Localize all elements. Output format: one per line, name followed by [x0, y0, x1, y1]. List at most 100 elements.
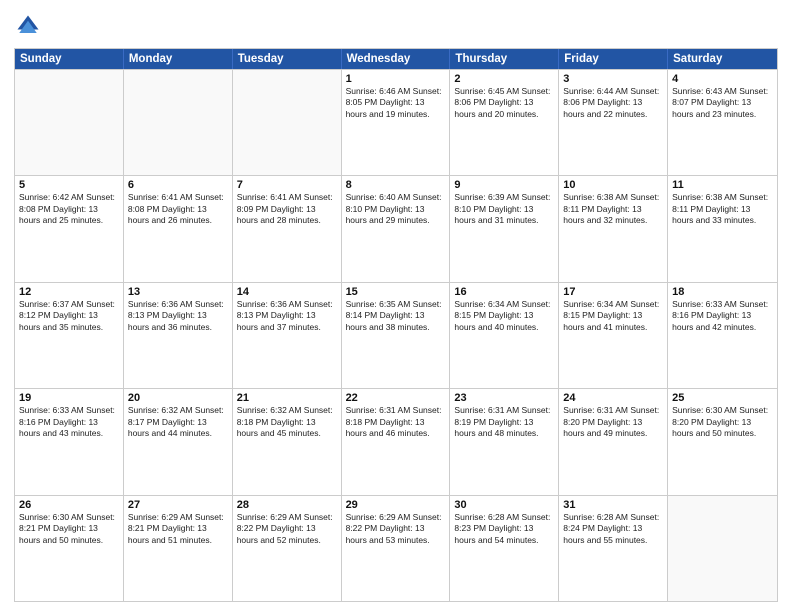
- calendar-cell-w3-d3: 14Sunrise: 6:36 AM Sunset: 8:13 PM Dayli…: [233, 283, 342, 388]
- day-detail: Sunrise: 6:36 AM Sunset: 8:13 PM Dayligh…: [237, 299, 337, 333]
- calendar-cell-w2-d5: 9Sunrise: 6:39 AM Sunset: 8:10 PM Daylig…: [450, 176, 559, 281]
- day-number: 29: [346, 499, 446, 511]
- header-day-tuesday: Tuesday: [233, 49, 342, 69]
- header-day-saturday: Saturday: [668, 49, 777, 69]
- day-detail: Sunrise: 6:33 AM Sunset: 8:16 PM Dayligh…: [672, 299, 773, 333]
- day-detail: Sunrise: 6:34 AM Sunset: 8:15 PM Dayligh…: [454, 299, 554, 333]
- day-number: 15: [346, 286, 446, 298]
- calendar-cell-w4-d4: 22Sunrise: 6:31 AM Sunset: 8:18 PM Dayli…: [342, 389, 451, 494]
- calendar-cell-w3-d5: 16Sunrise: 6:34 AM Sunset: 8:15 PM Dayli…: [450, 283, 559, 388]
- calendar-cell-w2-d2: 6Sunrise: 6:41 AM Sunset: 8:08 PM Daylig…: [124, 176, 233, 281]
- calendar-cell-w2-d4: 8Sunrise: 6:40 AM Sunset: 8:10 PM Daylig…: [342, 176, 451, 281]
- day-detail: Sunrise: 6:35 AM Sunset: 8:14 PM Dayligh…: [346, 299, 446, 333]
- calendar-cell-w5-d6: 31Sunrise: 6:28 AM Sunset: 8:24 PM Dayli…: [559, 496, 668, 601]
- calendar-cell-w5-d4: 29Sunrise: 6:29 AM Sunset: 8:22 PM Dayli…: [342, 496, 451, 601]
- calendar-cell-w3-d2: 13Sunrise: 6:36 AM Sunset: 8:13 PM Dayli…: [124, 283, 233, 388]
- day-number: 17: [563, 286, 663, 298]
- logo-icon: [14, 12, 42, 40]
- day-number: 22: [346, 392, 446, 404]
- calendar-cell-w2-d6: 10Sunrise: 6:38 AM Sunset: 8:11 PM Dayli…: [559, 176, 668, 281]
- day-number: 11: [672, 179, 773, 191]
- calendar-cell-w1-d6: 3Sunrise: 6:44 AM Sunset: 8:06 PM Daylig…: [559, 70, 668, 175]
- calendar-cell-w5-d3: 28Sunrise: 6:29 AM Sunset: 8:22 PM Dayli…: [233, 496, 342, 601]
- calendar: SundayMondayTuesdayWednesdayThursdayFrid…: [14, 48, 778, 602]
- day-detail: Sunrise: 6:36 AM Sunset: 8:13 PM Dayligh…: [128, 299, 228, 333]
- day-number: 3: [563, 73, 663, 85]
- calendar-cell-w5-d1: 26Sunrise: 6:30 AM Sunset: 8:21 PM Dayli…: [15, 496, 124, 601]
- day-number: 8: [346, 179, 446, 191]
- calendar-cell-w5-d2: 27Sunrise: 6:29 AM Sunset: 8:21 PM Dayli…: [124, 496, 233, 601]
- calendar-week-1: 1Sunrise: 6:46 AM Sunset: 8:05 PM Daylig…: [15, 69, 777, 175]
- day-detail: Sunrise: 6:42 AM Sunset: 8:08 PM Dayligh…: [19, 192, 119, 226]
- day-detail: Sunrise: 6:32 AM Sunset: 8:17 PM Dayligh…: [128, 405, 228, 439]
- day-number: 28: [237, 499, 337, 511]
- day-number: 31: [563, 499, 663, 511]
- calendar-cell-w2-d1: 5Sunrise: 6:42 AM Sunset: 8:08 PM Daylig…: [15, 176, 124, 281]
- day-detail: Sunrise: 6:39 AM Sunset: 8:10 PM Dayligh…: [454, 192, 554, 226]
- day-number: 24: [563, 392, 663, 404]
- calendar-cell-w1-d5: 2Sunrise: 6:45 AM Sunset: 8:06 PM Daylig…: [450, 70, 559, 175]
- header-day-friday: Friday: [559, 49, 668, 69]
- day-number: 20: [128, 392, 228, 404]
- calendar-body: 1Sunrise: 6:46 AM Sunset: 8:05 PM Daylig…: [15, 69, 777, 601]
- day-detail: Sunrise: 6:34 AM Sunset: 8:15 PM Dayligh…: [563, 299, 663, 333]
- calendar-cell-w4-d2: 20Sunrise: 6:32 AM Sunset: 8:17 PM Dayli…: [124, 389, 233, 494]
- calendar-cell-w3-d1: 12Sunrise: 6:37 AM Sunset: 8:12 PM Dayli…: [15, 283, 124, 388]
- day-number: 25: [672, 392, 773, 404]
- day-number: 21: [237, 392, 337, 404]
- day-detail: Sunrise: 6:38 AM Sunset: 8:11 PM Dayligh…: [563, 192, 663, 226]
- calendar-week-4: 19Sunrise: 6:33 AM Sunset: 8:16 PM Dayli…: [15, 388, 777, 494]
- day-number: 2: [454, 73, 554, 85]
- day-number: 18: [672, 286, 773, 298]
- calendar-header-row: SundayMondayTuesdayWednesdayThursdayFrid…: [15, 49, 777, 69]
- day-number: 19: [19, 392, 119, 404]
- day-number: 5: [19, 179, 119, 191]
- day-number: 23: [454, 392, 554, 404]
- calendar-cell-w3-d7: 18Sunrise: 6:33 AM Sunset: 8:16 PM Dayli…: [668, 283, 777, 388]
- calendar-cell-w4-d5: 23Sunrise: 6:31 AM Sunset: 8:19 PM Dayli…: [450, 389, 559, 494]
- day-detail: Sunrise: 6:28 AM Sunset: 8:23 PM Dayligh…: [454, 512, 554, 546]
- header-day-wednesday: Wednesday: [342, 49, 451, 69]
- calendar-cell-w1-d1: [15, 70, 124, 175]
- day-detail: Sunrise: 6:46 AM Sunset: 8:05 PM Dayligh…: [346, 86, 446, 120]
- header-day-monday: Monday: [124, 49, 233, 69]
- calendar-week-2: 5Sunrise: 6:42 AM Sunset: 8:08 PM Daylig…: [15, 175, 777, 281]
- calendar-week-3: 12Sunrise: 6:37 AM Sunset: 8:12 PM Dayli…: [15, 282, 777, 388]
- day-detail: Sunrise: 6:44 AM Sunset: 8:06 PM Dayligh…: [563, 86, 663, 120]
- calendar-cell-w4-d1: 19Sunrise: 6:33 AM Sunset: 8:16 PM Dayli…: [15, 389, 124, 494]
- calendar-cell-w3-d4: 15Sunrise: 6:35 AM Sunset: 8:14 PM Dayli…: [342, 283, 451, 388]
- day-detail: Sunrise: 6:45 AM Sunset: 8:06 PM Dayligh…: [454, 86, 554, 120]
- calendar-cell-w2-d7: 11Sunrise: 6:38 AM Sunset: 8:11 PM Dayli…: [668, 176, 777, 281]
- day-detail: Sunrise: 6:41 AM Sunset: 8:08 PM Dayligh…: [128, 192, 228, 226]
- day-number: 9: [454, 179, 554, 191]
- day-detail: Sunrise: 6:31 AM Sunset: 8:18 PM Dayligh…: [346, 405, 446, 439]
- day-number: 7: [237, 179, 337, 191]
- calendar-cell-w2-d3: 7Sunrise: 6:41 AM Sunset: 8:09 PM Daylig…: [233, 176, 342, 281]
- day-detail: Sunrise: 6:41 AM Sunset: 8:09 PM Dayligh…: [237, 192, 337, 226]
- calendar-cell-w3-d6: 17Sunrise: 6:34 AM Sunset: 8:15 PM Dayli…: [559, 283, 668, 388]
- day-detail: Sunrise: 6:30 AM Sunset: 8:21 PM Dayligh…: [19, 512, 119, 546]
- page: SundayMondayTuesdayWednesdayThursdayFrid…: [0, 0, 792, 612]
- day-number: 4: [672, 73, 773, 85]
- calendar-cell-w4-d3: 21Sunrise: 6:32 AM Sunset: 8:18 PM Dayli…: [233, 389, 342, 494]
- calendar-cell-w1-d7: 4Sunrise: 6:43 AM Sunset: 8:07 PM Daylig…: [668, 70, 777, 175]
- calendar-cell-w1-d3: [233, 70, 342, 175]
- day-detail: Sunrise: 6:38 AM Sunset: 8:11 PM Dayligh…: [672, 192, 773, 226]
- day-detail: Sunrise: 6:31 AM Sunset: 8:20 PM Dayligh…: [563, 405, 663, 439]
- day-number: 1: [346, 73, 446, 85]
- header-day-sunday: Sunday: [15, 49, 124, 69]
- calendar-cell-w4-d7: 25Sunrise: 6:30 AM Sunset: 8:20 PM Dayli…: [668, 389, 777, 494]
- calendar-cell-w5-d5: 30Sunrise: 6:28 AM Sunset: 8:23 PM Dayli…: [450, 496, 559, 601]
- day-number: 16: [454, 286, 554, 298]
- day-number: 27: [128, 499, 228, 511]
- day-number: 6: [128, 179, 228, 191]
- header: [14, 12, 778, 40]
- day-number: 26: [19, 499, 119, 511]
- logo: [14, 12, 46, 40]
- day-detail: Sunrise: 6:28 AM Sunset: 8:24 PM Dayligh…: [563, 512, 663, 546]
- day-detail: Sunrise: 6:29 AM Sunset: 8:21 PM Dayligh…: [128, 512, 228, 546]
- day-number: 10: [563, 179, 663, 191]
- day-detail: Sunrise: 6:32 AM Sunset: 8:18 PM Dayligh…: [237, 405, 337, 439]
- day-detail: Sunrise: 6:40 AM Sunset: 8:10 PM Dayligh…: [346, 192, 446, 226]
- day-number: 13: [128, 286, 228, 298]
